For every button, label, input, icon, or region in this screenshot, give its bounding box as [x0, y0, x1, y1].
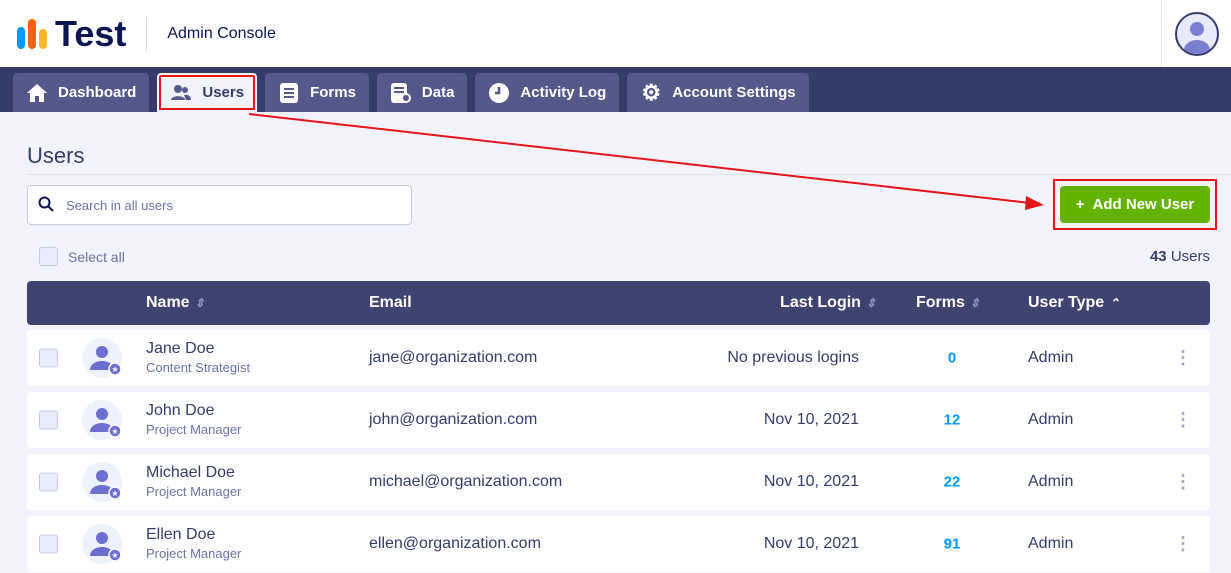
account-menu[interactable]: [1161, 0, 1231, 67]
user-type: Admin: [1028, 473, 1074, 490]
tab-label: Users: [202, 84, 245, 101]
tab-label: Dashboard: [58, 84, 137, 101]
button-label: Add New User: [1092, 196, 1195, 213]
last-login: No previous logins: [727, 349, 859, 366]
tab-label: Activity Log: [520, 84, 607, 101]
user-email: john@organization.com: [369, 411, 538, 428]
user-name[interactable]: John Doe: [146, 401, 241, 420]
home-icon: [26, 82, 48, 104]
table-row[interactable]: ★ Jane Doe Content Strategist jane@organi…: [27, 330, 1210, 386]
more-options-icon[interactable]: ⋮: [1174, 534, 1192, 555]
tab-account-settings[interactable]: ⚙ Account Settings: [627, 73, 809, 112]
tab-label: Forms: [310, 84, 356, 101]
user-avatar-icon: ★: [82, 338, 122, 378]
svg-text:★: ★: [111, 427, 118, 436]
svg-text:★: ★: [111, 365, 118, 374]
row-checkbox[interactable]: [39, 534, 58, 554]
divider: [27, 174, 1231, 175]
user-type: Admin: [1028, 535, 1074, 552]
console-title: Admin Console: [167, 24, 276, 42]
more-options-icon[interactable]: ⋮: [1174, 410, 1192, 431]
row-checkbox[interactable]: [39, 348, 58, 368]
svg-text:★: ★: [111, 489, 118, 498]
sort-icon: ⇕: [969, 296, 980, 310]
user-name[interactable]: Ellen Doe: [146, 525, 241, 544]
user-email: ellen@organization.com: [369, 535, 541, 552]
tab-forms[interactable]: Forms: [265, 73, 369, 112]
forms-count-link[interactable]: 12: [944, 412, 961, 429]
search-input[interactable]: Search in all users: [27, 185, 412, 225]
sort-icon: ⇕: [865, 296, 876, 310]
forms-count-link[interactable]: 91: [944, 536, 961, 553]
user-avatar-icon[interactable]: [1174, 11, 1219, 56]
header: Test Admin Console: [0, 0, 1231, 67]
tab-label: Account Settings: [672, 84, 796, 101]
user-avatar-icon: ★: [82, 400, 122, 440]
more-options-icon[interactable]: ⋮: [1174, 472, 1192, 493]
column-forms[interactable]: Forms ⇕: [916, 294, 980, 312]
select-all-label: Select all: [68, 248, 125, 265]
search-placeholder: Search in all users: [66, 197, 173, 213]
add-new-user-button[interactable]: + Add New User: [1060, 186, 1210, 223]
count-number: 43: [1149, 248, 1167, 265]
user-avatar-icon: ★: [82, 462, 122, 502]
user-email: jane@organization.com: [369, 349, 538, 366]
user-type: Admin: [1028, 349, 1074, 366]
column-user-type[interactable]: User Type ⌃: [1028, 294, 1119, 312]
divider: [146, 16, 148, 51]
table-row[interactable]: ★ Ellen Doe Project Manager ellen@organiz…: [27, 516, 1210, 572]
logo-icon: [17, 18, 47, 49]
tab-data[interactable]: Data: [376, 73, 468, 112]
table-header: Name ⇕ Email Last Login ⇕ Forms ⇕ User Type…: [27, 281, 1210, 325]
table-row[interactable]: ★ John Doe Project Manager john@organizat…: [27, 392, 1210, 448]
users-icon: [170, 82, 192, 104]
search-icon: [38, 196, 54, 215]
annotation-highlight: + Add New User: [1053, 179, 1217, 230]
select-all[interactable]: Select all: [39, 247, 125, 266]
user-name[interactable]: Jane Doe: [146, 339, 250, 358]
more-options-icon[interactable]: ⋮: [1174, 348, 1192, 369]
user-role: Project Manager: [146, 422, 242, 437]
user-avatar-icon: ★: [82, 524, 122, 564]
svg-text:★: ★: [111, 551, 118, 560]
last-login: Nov 10, 2021: [763, 535, 859, 552]
page-title: Users: [27, 143, 85, 168]
forms-count-link[interactable]: 22: [944, 474, 961, 491]
user-role: Project Manager: [146, 546, 242, 561]
clock-icon: [488, 82, 510, 104]
tab-dashboard[interactable]: Dashboard: [13, 73, 150, 112]
main-nav: Dashboard Users Forms Data Activity Log …: [0, 67, 1231, 112]
tab-activity-log[interactable]: Activity Log: [475, 73, 620, 112]
sort-asc-icon: ⌃: [1109, 296, 1120, 310]
select-all-checkbox[interactable]: [39, 247, 58, 266]
column-last-login[interactable]: Last Login ⇕: [780, 294, 876, 312]
user-role: Project Manager: [146, 484, 242, 499]
user-name[interactable]: Michael Doe: [146, 463, 241, 482]
gear-icon: ⚙: [641, 79, 662, 105]
user-role: Content Strategist: [146, 360, 251, 375]
row-checkbox[interactable]: [39, 472, 58, 492]
user-count: 43 Users: [1150, 248, 1210, 265]
column-email: Email: [369, 294, 412, 311]
brand-name: Test: [55, 12, 127, 54]
tab-label: Data: [421, 84, 455, 101]
count-label: Users: [1170, 248, 1210, 265]
form-icon: [278, 82, 300, 104]
last-login: Nov 10, 2021: [763, 473, 859, 490]
data-search-icon: [390, 82, 412, 104]
column-name[interactable]: Name ⇕: [146, 294, 205, 312]
sort-icon: ⇕: [194, 296, 205, 310]
tab-users[interactable]: Users: [157, 73, 258, 112]
last-login: Nov 10, 2021: [763, 411, 859, 428]
forms-count-link[interactable]: 0: [948, 350, 956, 367]
table-row[interactable]: ★ Michael Doe Project Manager michael@org…: [27, 454, 1210, 510]
plus-icon: +: [1075, 196, 1085, 213]
user-type: Admin: [1028, 411, 1074, 428]
user-email: michael@organization.com: [369, 473, 563, 490]
row-checkbox[interactable]: [39, 410, 58, 430]
